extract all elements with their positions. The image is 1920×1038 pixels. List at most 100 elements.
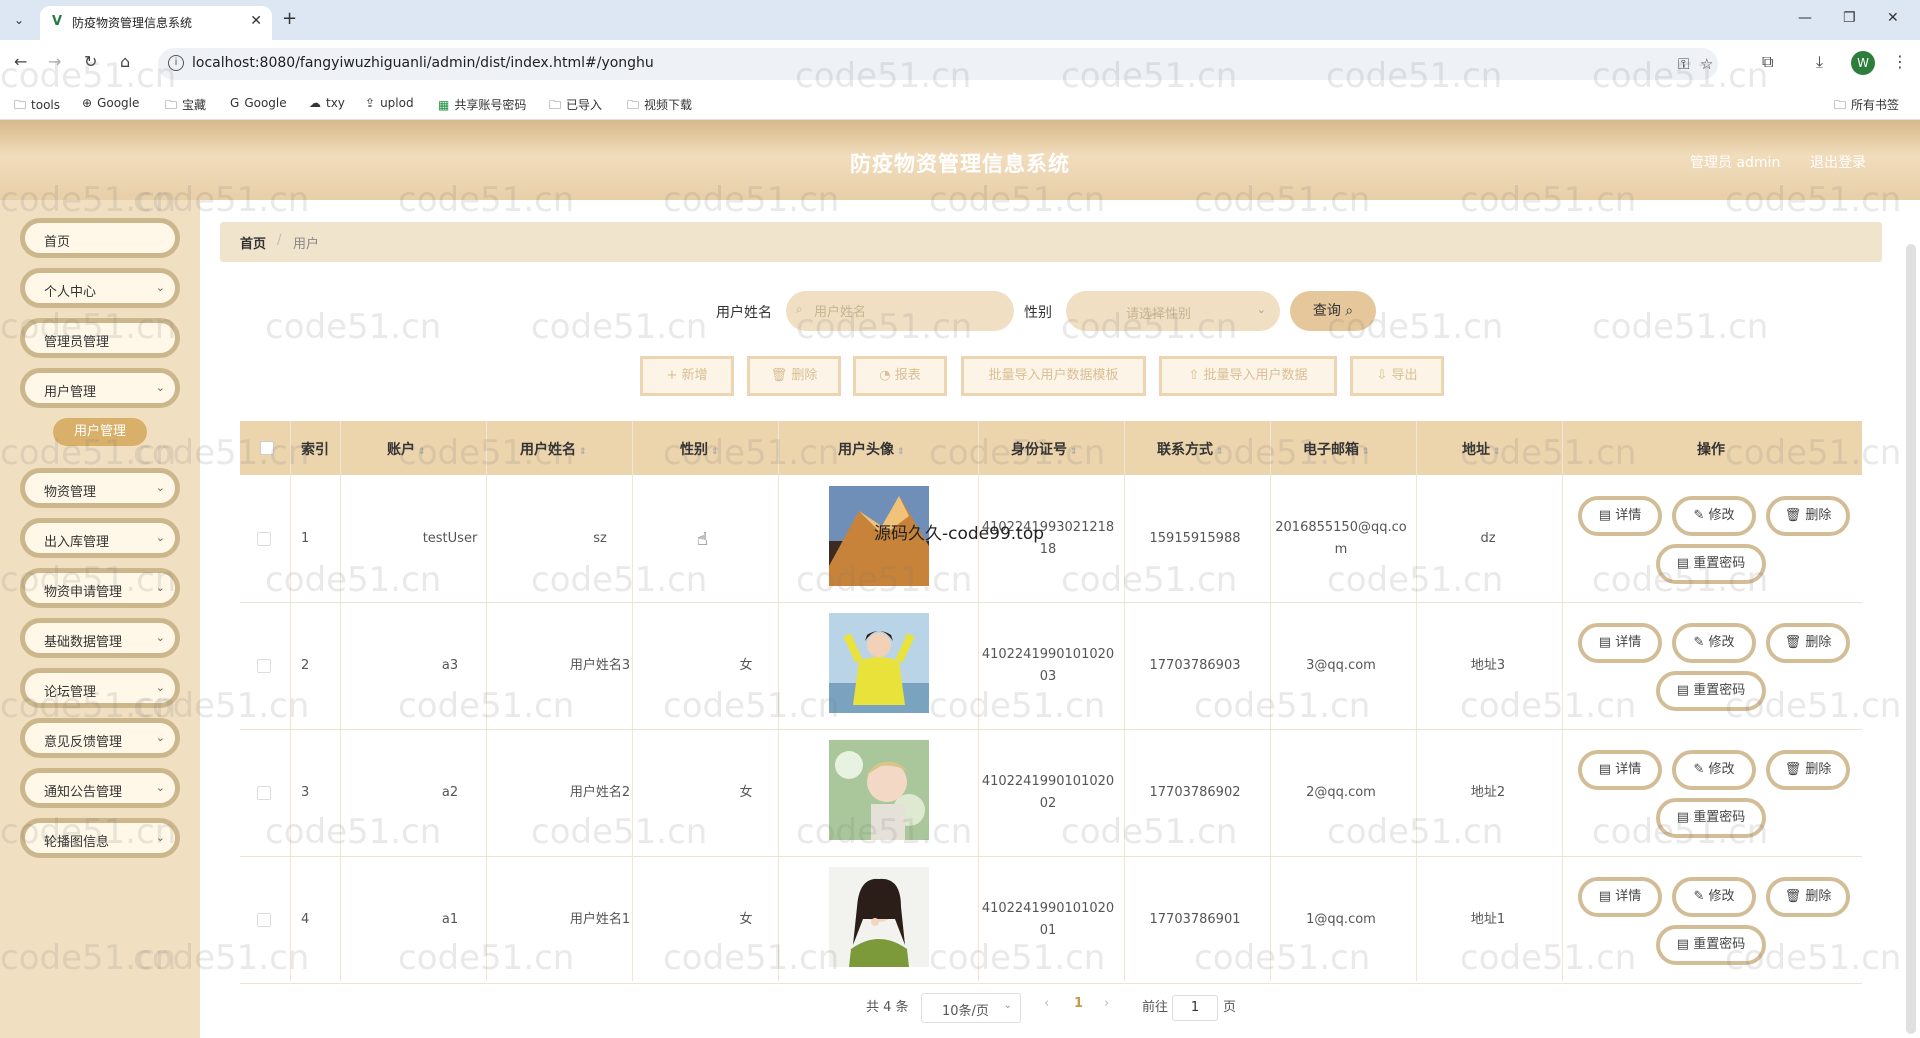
bookmark-google[interactable]: ⊕ Google xyxy=(82,96,139,110)
close-window-icon[interactable]: ✕ xyxy=(1887,10,1899,26)
sidebar-item-7[interactable]: 基础数据管理 ⌄ xyxy=(20,618,180,658)
table-row[interactable]: 2 a3 用户姓名3 女 4102241990101020 03 17703786903 3… xyxy=(240,603,1862,730)
bookmark-video[interactable]: 🗀 视频下载 xyxy=(627,96,692,117)
browser-menu-icon[interactable]: ⋮ xyxy=(1892,52,1908,71)
query-button[interactable]: 查询 ⌕ xyxy=(1290,291,1376,331)
page-size-select[interactable]: 10条/页 ⌄ xyxy=(921,993,1021,1023)
sidebar-item-1[interactable]: 个人中心 ⌄ xyxy=(20,268,180,308)
bookmark-treasure[interactable]: 🗀 宝藏 xyxy=(165,96,206,117)
gender-select[interactable]: 请选择性别 ⌄ xyxy=(1066,291,1280,331)
page-jump-input[interactable]: 1 xyxy=(1172,995,1218,1021)
row-checkbox[interactable] xyxy=(257,532,271,546)
password-key-icon[interactable]: ⚿ xyxy=(1678,55,1689,73)
bookmark-imported[interactable]: 🗀 已导入 xyxy=(549,96,602,117)
page-scrollbar[interactable] xyxy=(1906,244,1916,1034)
cell-phone: 17703786902 xyxy=(1149,785,1241,800)
forward-icon[interactable]: → xyxy=(48,52,61,71)
detail-button[interactable]: ▤ 详情 xyxy=(1578,877,1662,917)
column-name[interactable]: 用户姓名 ⇕ xyxy=(520,439,587,459)
sidebar-subitem-user-management[interactable]: 用户管理 xyxy=(53,418,147,446)
edit-button[interactable]: ✎ 修改 xyxy=(1672,496,1756,536)
table-row[interactable]: 3 a2 用户姓名2 女 4102241990101020 02 17703786902 2… xyxy=(240,730,1862,857)
chevron-down-icon: ⌄ xyxy=(155,581,165,594)
address-bar[interactable]: i localhost:8080/fangyiwuzhiguanli/admin… xyxy=(158,48,1718,80)
url-text[interactable]: localhost:8080/fangyiwuzhiguanli/admin/d… xyxy=(192,55,654,71)
reset-password-button[interactable]: ▤ 重置密码 xyxy=(1656,925,1766,965)
logout-link[interactable]: 退出登录 xyxy=(1810,152,1866,172)
browser-tab[interactable]: V 防疫物资管理信息系统 ✕ xyxy=(40,6,272,40)
back-icon[interactable]: ← xyxy=(14,52,27,71)
delete-button[interactable]: 🗑 删除 xyxy=(1766,750,1850,790)
name-search-input[interactable] xyxy=(786,291,1014,331)
column-gender[interactable]: 性别 ⇕ xyxy=(680,439,719,459)
bookmark-shared[interactable]: ▦ 共享账号密码 xyxy=(438,96,526,113)
import-template-button[interactable]: 批量导入用户数据模板 xyxy=(961,356,1146,396)
bookmark-google-2[interactable]: G Google xyxy=(230,96,287,110)
all-bookmarks[interactable]: 🗀 所有书签 xyxy=(1834,96,1899,117)
sidebar-item-9[interactable]: 意见反馈管理 ⌄ xyxy=(20,718,180,758)
tab-search-icon[interactable]: ⌄ xyxy=(8,9,30,31)
upload-icon: ⇧ xyxy=(1188,368,1200,383)
delete-button[interactable]: 🗑 删除 xyxy=(1766,496,1850,536)
column-id-card[interactable]: 身份证号 ⇕ xyxy=(1011,439,1078,459)
detail-button[interactable]: ▤ 详情 xyxy=(1578,750,1662,790)
column-phone[interactable]: 联系方式 ⇕ xyxy=(1157,439,1224,459)
sidebar-item-2[interactable]: 管理员管理 xyxy=(20,318,180,358)
delete-button[interactable]: 🗑 删除 xyxy=(1766,877,1850,917)
next-page-icon[interactable]: › xyxy=(1104,996,1109,1011)
bookmark-txy[interactable]: ☁ txy xyxy=(309,96,345,110)
edit-button[interactable]: ✎ 修改 xyxy=(1672,623,1756,663)
column-avatar[interactable]: 用户头像 ⇕ xyxy=(838,439,905,459)
current-page[interactable]: 1 xyxy=(1074,996,1083,1011)
profile-avatar[interactable]: W xyxy=(1851,51,1875,75)
row-checkbox[interactable] xyxy=(257,786,271,800)
table-row[interactable]: 1 testUser sz 4102241993021218 18 1591591598… xyxy=(240,476,1862,603)
sidebar-item-4[interactable]: 物资管理 ⌄ xyxy=(20,468,180,508)
sidebar-item-6[interactable]: 物资申请管理 ⌄ xyxy=(20,568,180,608)
bookmark-uplod[interactable]: ⇪ uplod xyxy=(365,96,414,110)
user-avatar-image[interactable] xyxy=(829,613,929,713)
bookmark-star-icon[interactable]: ☆ xyxy=(1700,55,1713,73)
sidebar-item-3[interactable]: 用户管理 ⌄ xyxy=(20,368,180,408)
site-info-icon[interactable]: i xyxy=(168,55,184,71)
download-icon[interactable]: ⤓ xyxy=(1816,52,1823,72)
pencil-icon: ✎ xyxy=(1693,762,1709,777)
prev-page-icon[interactable]: ‹ xyxy=(1044,996,1049,1011)
batch-import-button[interactable]: ⇧ 批量导入用户数据 xyxy=(1159,356,1337,396)
restore-icon[interactable]: ❐ xyxy=(1843,10,1856,26)
home-icon[interactable]: ⌂ xyxy=(120,52,130,71)
column-account[interactable]: 账户 ⇕ xyxy=(387,439,426,459)
add-button[interactable]: + 新增 xyxy=(640,356,734,396)
new-tab-icon[interactable]: + xyxy=(282,8,297,29)
sidebar-item-8[interactable]: 论坛管理 ⌄ xyxy=(20,668,180,708)
column-email[interactable]: 电子邮箱 ⇕ xyxy=(1303,439,1370,459)
select-all-checkbox[interactable] xyxy=(260,441,274,455)
delete-button[interactable]: 🗑 删除 xyxy=(1766,623,1850,663)
user-avatar-image[interactable] xyxy=(829,740,929,840)
report-button[interactable]: ◔ 报表 xyxy=(853,356,947,396)
reset-password-button[interactable]: ▤ 重置密码 xyxy=(1656,798,1766,838)
detail-button[interactable]: ▤ 详情 xyxy=(1578,496,1662,536)
bookmark-tools[interactable]: 🗀 tools xyxy=(14,96,60,117)
row-checkbox[interactable] xyxy=(257,659,271,673)
user-avatar-image[interactable] xyxy=(829,867,929,967)
column-address[interactable]: 地址 ⇕ xyxy=(1462,439,1501,459)
sidebar-item-5[interactable]: 出入库管理 ⌄ xyxy=(20,518,180,558)
export-button[interactable]: ⇩ 导出 xyxy=(1350,356,1444,396)
breadcrumb-home[interactable]: 首页 xyxy=(240,233,266,252)
reset-password-button[interactable]: ▤ 重置密码 xyxy=(1656,671,1766,711)
row-checkbox[interactable] xyxy=(257,913,271,927)
reload-icon[interactable]: ↻ xyxy=(84,52,97,71)
sidebar-item-0[interactable]: 首页 xyxy=(20,218,180,258)
reset-password-button[interactable]: ▤ 重置密码 xyxy=(1656,544,1766,584)
edit-button[interactable]: ✎ 修改 xyxy=(1672,877,1756,917)
minimize-icon[interactable]: — xyxy=(1798,10,1812,26)
detail-button[interactable]: ▤ 详情 xyxy=(1578,623,1662,663)
sidebar-item-11[interactable]: 轮播图信息 ⌄ xyxy=(20,818,180,858)
sidebar-item-10[interactable]: 通知公告管理 ⌄ xyxy=(20,768,180,808)
batch-delete-button[interactable]: 🗑 删除 xyxy=(747,356,841,396)
tab-close-icon[interactable]: ✕ xyxy=(250,13,262,29)
extensions-icon[interactable]: ⧉ xyxy=(1762,52,1773,72)
table-row[interactable]: 4 a1 用户姓名1 女 4102241990101020 01 17703786901 1… xyxy=(240,857,1862,984)
edit-button[interactable]: ✎ 修改 xyxy=(1672,750,1756,790)
